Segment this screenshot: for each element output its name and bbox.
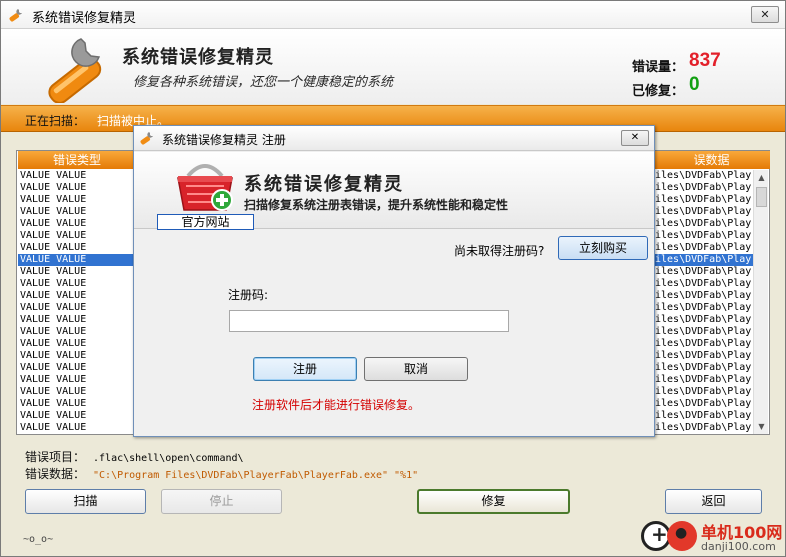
errors-count-label: 错误量： (632, 60, 685, 75)
table-row[interactable]: VALUE VALUE (18, 194, 136, 206)
errors-count-value: 837 (689, 50, 721, 71)
dialog-title: 系统错误修复精灵 注册 (162, 133, 286, 147)
main-window: 系统错误修复精灵 ✕ 系统错误修复精灵 修复各种系统错误，还您一个健康稳定的系统… (0, 0, 786, 557)
table-row[interactable]: iles\DVDFab\Play (653, 422, 753, 434)
table-row[interactable]: VALUE VALUE (18, 350, 136, 362)
table-row[interactable]: VALUE VALUE (18, 218, 136, 230)
table-row[interactable]: VALUE VALUE (18, 374, 136, 386)
table-row[interactable]: iles\DVDFab\Play (653, 302, 753, 314)
table-row[interactable]: iles\DVDFab\Play (653, 362, 753, 374)
cancel-button[interactable]: 取消 (364, 357, 468, 381)
error-data-row: 错误数据： "C:\Program Files\DVDFab\PlayerFab\… (25, 465, 418, 482)
stop-button[interactable]: 停止 (161, 489, 282, 514)
back-button[interactable]: 返回 (665, 489, 762, 514)
table-row[interactable]: VALUE VALUE (18, 410, 136, 422)
error-data-value: "C:\Program Files\DVDFab\PlayerFab\Playe… (93, 470, 419, 481)
dialog-subheading: 扫描修复系统注册表错误，提升系统性能和稳定性 (244, 198, 509, 212)
repair-button[interactable]: 修复 (417, 489, 570, 514)
error-data-label: 错误数据： (25, 467, 86, 481)
footer-emote: ~o_o~ (23, 534, 54, 545)
column-header-data[interactable]: 误数据 (653, 151, 770, 169)
registration-code-label: 注册码: (228, 288, 269, 302)
table-row[interactable]: iles\DVDFab\Play (653, 254, 753, 266)
registration-code-input[interactable] (229, 310, 509, 332)
table-row[interactable]: VALUE VALUE (18, 254, 136, 266)
shopping-basket-icon (177, 164, 233, 211)
table-row[interactable]: iles\DVDFab\Play (653, 338, 753, 350)
table-row[interactable]: iles\DVDFab\Play (653, 218, 753, 230)
table-row[interactable]: VALUE VALUE (18, 422, 136, 434)
fixed-count-label: 已修复： (632, 84, 685, 99)
window-title: 系统错误修复精灵 (32, 11, 137, 26)
error-item-value: .flac\shell\open\command\ (93, 453, 244, 464)
table-row[interactable]: VALUE VALUE (18, 266, 136, 278)
table-row[interactable]: VALUE VALUE (18, 398, 136, 410)
dialog-close-button[interactable]: ✕ (621, 130, 649, 146)
table-row[interactable]: iles\DVDFab\Play (653, 398, 753, 410)
column-header-type[interactable]: 错误类型 (18, 151, 136, 169)
table-row[interactable]: VALUE VALUE (18, 182, 136, 194)
table-row[interactable]: iles\DVDFab\Play (653, 278, 753, 290)
table-row[interactable]: VALUE VALUE (18, 278, 136, 290)
buy-now-button[interactable]: 立刻购买 (558, 236, 648, 260)
table-row[interactable]: iles\DVDFab\Play (653, 206, 753, 218)
table-row[interactable]: iles\DVDFab\Play (653, 374, 753, 386)
table-row[interactable]: VALUE VALUE (18, 314, 136, 326)
table-row[interactable]: VALUE VALUE (18, 242, 136, 254)
watermark-dot-icon (667, 521, 697, 551)
fixed-count-value: 0 (689, 74, 700, 95)
register-dialog: 系统错误修复精灵 注册 ✕ 系统错误修复精灵 扫描修复系统注册表错误，提升系统性… (133, 125, 655, 437)
register-warning: 注册软件后才能进行错误修复。 (252, 398, 421, 412)
error-type-column: VALUE VALUE VALUE VALUE VALUE VALUE VALUE V… (18, 170, 136, 434)
table-row[interactable]: iles\DVDFab\Play (653, 314, 753, 326)
title-bar: 系统错误修复精灵 ✕ (1, 1, 785, 29)
scroll-thumb[interactable] (756, 187, 767, 207)
table-row[interactable]: VALUE VALUE (18, 290, 136, 302)
table-row[interactable]: iles\DVDFab\Play (653, 194, 753, 206)
table-row[interactable]: VALUE VALUE (18, 170, 136, 182)
table-row[interactable]: VALUE VALUE (18, 302, 136, 314)
table-row[interactable]: iles\DVDFab\Play (653, 386, 753, 398)
table-row[interactable]: VALUE VALUE (18, 326, 136, 338)
table-row[interactable]: VALUE VALUE (18, 230, 136, 242)
no-code-question: 尚未取得注册码? (454, 244, 545, 258)
table-row[interactable]: iles\DVDFab\Play (653, 266, 753, 278)
table-row[interactable]: iles\DVDFab\Play (653, 290, 753, 302)
scan-status-label: 正在扫描： (25, 114, 86, 128)
wrench-app-icon (140, 132, 153, 145)
table-row[interactable]: iles\DVDFab\Play (653, 242, 753, 254)
register-button[interactable]: 注册 (253, 357, 357, 381)
table-row[interactable]: iles\DVDFab\Play (653, 170, 753, 182)
table-row[interactable]: iles\DVDFab\Play (653, 410, 753, 422)
list-scrollbar[interactable]: ▲ ▼ (753, 170, 768, 434)
error-data-column: iles\DVDFab\Play iles\DVDFab\Play iles\DVD… (653, 170, 753, 434)
error-item-label: 错误项目： (25, 450, 86, 464)
official-site-button[interactable]: 官方网站 (157, 214, 254, 230)
table-row[interactable]: iles\DVDFab\Play (653, 326, 753, 338)
dialog-heading: 系统错误修复精灵 (244, 174, 404, 195)
window-close-button[interactable]: ✕ (751, 6, 779, 23)
table-row[interactable]: VALUE VALUE (18, 338, 136, 350)
scan-button[interactable]: 扫描 (25, 489, 146, 514)
table-row[interactable]: iles\DVDFab\Play (653, 350, 753, 362)
watermark-domain: danji100.com (701, 540, 776, 553)
dialog-title-bar: 系统错误修复精灵 注册 ✕ (134, 126, 654, 151)
watermark: 单机100网 danji100.com (637, 517, 786, 557)
table-row[interactable]: VALUE VALUE (18, 386, 136, 398)
app-title: 系统错误修复精灵 (122, 47, 274, 68)
table-row[interactable]: iles\DVDFab\Play (653, 182, 753, 194)
wrench-app-icon (9, 9, 22, 22)
table-row[interactable]: VALUE VALUE (18, 362, 136, 374)
scroll-up-icon[interactable]: ▲ (754, 170, 769, 185)
app-subtitle: 修复各种系统错误，还您一个健康稳定的系统 (133, 75, 394, 90)
app-header: 系统错误修复精灵 修复各种系统错误，还您一个健康稳定的系统 错误量： 837 已… (1, 29, 785, 104)
table-row[interactable]: VALUE VALUE (18, 206, 136, 218)
scroll-down-icon[interactable]: ▼ (754, 419, 769, 434)
table-row[interactable]: iles\DVDFab\Play (653, 230, 753, 242)
wrench-logo-icon (48, 38, 102, 103)
error-item-row: 错误项目： .flac\shell\open\command\ (25, 448, 244, 465)
